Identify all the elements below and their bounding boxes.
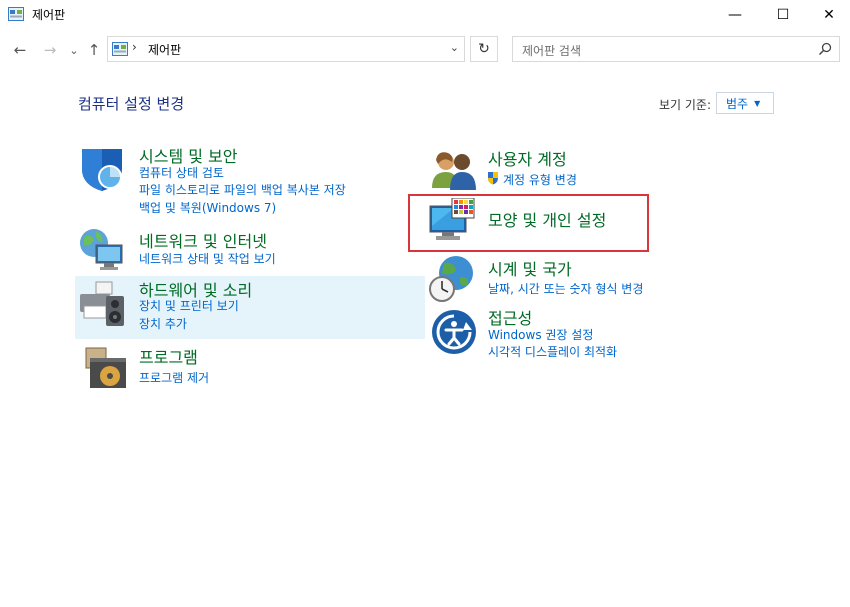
link-date-time-format[interactable]: 날짜, 시간 또는 숫자 형식 변경 <box>488 280 643 297</box>
back-arrow-icon: ← <box>13 41 27 59</box>
link-add-device[interactable]: 장치 추가 <box>139 315 187 332</box>
link-windows-recommended-settings[interactable]: Windows 권장 설정 <box>488 326 593 343</box>
category-network-title[interactable]: 네트워크 및 인터넷 <box>139 228 267 252</box>
uac-shield-icon <box>488 172 498 185</box>
link-change-account-type[interactable]: 계정 유형 변경 <box>503 171 577 188</box>
refresh-icon: ↻ <box>478 41 490 57</box>
close-button[interactable]: ✕ <box>806 0 850 30</box>
breadcrumb-separator-icon: › <box>132 40 137 54</box>
printer-speaker-icon <box>80 281 124 326</box>
recent-locations-button[interactable]: ⌄ <box>64 40 84 60</box>
clock-globe-icon <box>429 256 473 302</box>
users-icon <box>432 152 476 190</box>
accessibility-icon <box>432 310 476 354</box>
search-box[interactable]: 제어판 검색 <box>512 36 840 62</box>
search-placeholder: 제어판 검색 <box>522 44 582 58</box>
forward-arrow-icon: → <box>43 41 57 59</box>
link-devices-printers[interactable]: 장치 및 프린터 보기 <box>139 297 239 314</box>
back-button[interactable]: ← <box>10 40 30 60</box>
category-programs-title[interactable]: 프로그램 <box>139 344 198 368</box>
view-by-label: 보기 기준: <box>659 98 712 112</box>
minimize-button[interactable]: — <box>712 0 758 30</box>
category-clock-region-title[interactable]: 시계 및 국가 <box>488 256 572 280</box>
forward-button[interactable]: → <box>40 40 60 60</box>
breadcrumb-control-panel[interactable]: 제어판 <box>148 41 181 58</box>
control-panel-icon <box>8 7 24 21</box>
up-arrow-icon: ↑ <box>87 41 101 59</box>
link-review-computer-status[interactable]: 컴퓨터 상태 검토 <box>139 164 224 181</box>
window-title: 제어판 <box>32 8 66 22</box>
shield-icon <box>82 149 122 191</box>
link-backup-restore[interactable]: 백업 및 복원(Windows 7) <box>139 199 276 216</box>
link-uninstall-program[interactable]: 프로그램 제거 <box>139 369 209 386</box>
network-globe-icon <box>80 229 123 270</box>
category-user-accounts-title[interactable]: 사용자 계정 <box>488 146 567 170</box>
chevron-down-icon: ⌄ <box>69 43 79 57</box>
programs-disc-icon <box>85 347 126 388</box>
control-panel-icon <box>112 42 128 56</box>
title-bar: 제어판 — ☐ ✕ <box>0 0 850 30</box>
refresh-button[interactable]: ↻ <box>470 36 498 62</box>
search-icon[interactable] <box>818 42 832 56</box>
link-optimize-visual-display[interactable]: 시각적 디스플레이 최적화 <box>488 343 617 360</box>
up-button[interactable]: ↑ <box>84 40 104 60</box>
view-by-value: 범주 <box>726 96 749 111</box>
address-dropdown-icon[interactable]: ⌄ <box>450 41 459 54</box>
address-bar[interactable]: › 제어판 ⌄ <box>107 36 465 62</box>
annotation-highlight-box <box>408 194 649 252</box>
page-heading: 컴퓨터 설정 변경 <box>78 95 185 113</box>
maximize-button[interactable]: ☐ <box>760 0 806 30</box>
dropdown-arrow-icon: ▼ <box>754 98 761 108</box>
link-network-status[interactable]: 네트워크 상태 및 작업 보기 <box>139 250 276 267</box>
view-by-dropdown[interactable]: 범주 ▼ <box>716 92 774 114</box>
link-file-history-backup[interactable]: 파일 히스토리로 파일의 백업 복사본 저장 <box>139 181 346 198</box>
